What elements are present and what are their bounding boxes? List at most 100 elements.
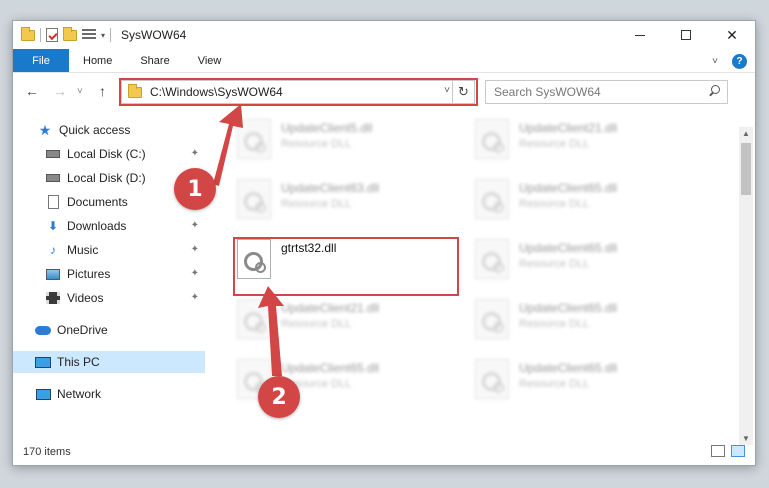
file-description: Resource DLL (281, 198, 352, 210)
sidebar-item-label: Videos (67, 291, 104, 305)
dll-file-icon (475, 239, 509, 279)
minimize-button[interactable] (617, 21, 663, 49)
search-input[interactable]: Search SysWOW64 (485, 80, 728, 104)
callout-number-1: 1 (174, 168, 216, 210)
minimize-icon (635, 34, 645, 36)
file-description: Resource DLL (519, 138, 590, 150)
star-icon: ★ (38, 121, 52, 138)
pin-icon[interactable]: ✦ (191, 268, 199, 279)
file-item[interactable]: UpdateClient65.dll Resource DLL (471, 293, 691, 349)
tab-share[interactable]: Share (126, 49, 183, 72)
title-bar: ▾ SysWOW64 ✕ (13, 21, 755, 49)
file-name: UpdateClient65.dll (519, 301, 618, 315)
sidebar-item-pictures[interactable]: Pictures ✦ (45, 263, 207, 285)
file-item[interactable]: UpdateClient65.dll Resource DLL (471, 233, 691, 289)
sidebar-item-label: Music (67, 243, 99, 257)
file-name: UpdateClient63.dll (281, 181, 380, 195)
sidebar-item-quick-access[interactable]: ★ Quick access (37, 119, 207, 141)
file-item[interactable]: UpdateClient21.dll Resource DLL (471, 113, 691, 169)
scroll-up-icon[interactable]: ▲ (742, 129, 750, 138)
status-bar: 170 items (13, 439, 755, 465)
new-folder-icon[interactable] (63, 26, 77, 41)
help-icon[interactable]: ? (732, 53, 747, 69)
file-description: Resource DLL (519, 318, 590, 330)
callout-arrow-2 (258, 286, 284, 376)
dll-file-icon (475, 359, 509, 399)
sidebar-item-label: This PC (57, 355, 100, 369)
cloud-icon (35, 323, 51, 337)
search-placeholder: Search SysWOW64 (494, 85, 601, 99)
back-button[interactable]: ← (25, 83, 39, 99)
file-description: Resource DLL (281, 138, 352, 150)
window-controls: ✕ (617, 21, 755, 49)
sidebar-item-downloads[interactable]: ⬇ Downloads ✦ (45, 215, 207, 237)
address-highlight-box (119, 78, 478, 106)
details-view-icon[interactable] (711, 445, 725, 457)
properties-icon[interactable] (46, 28, 58, 42)
expand-ribbon-icon[interactable]: ˅ (712, 56, 718, 67)
recent-locations-button[interactable]: ˅ (77, 86, 83, 97)
dll-file-icon (475, 119, 509, 159)
videos-icon (45, 291, 61, 305)
tab-home[interactable]: Home (69, 49, 126, 72)
folder-icon (21, 26, 35, 41)
large-icons-view-icon[interactable] (731, 445, 745, 457)
file-item[interactable]: UpdateClient63.dll Resource DLL (233, 173, 453, 229)
customize-toolbar-icon[interactable]: ▾ (101, 31, 105, 40)
sidebar-item-label: Network (57, 387, 102, 401)
pictures-icon (45, 267, 61, 281)
sidebar-item-music[interactable]: ♪ Music ✦ (45, 239, 207, 261)
documents-icon (45, 195, 61, 209)
quick-access-toolbar: ▾ (13, 26, 112, 42)
tab-file[interactable]: File (13, 49, 69, 72)
maximize-icon (681, 30, 691, 40)
callout-number-2: 2 (258, 376, 300, 418)
view-toggles (711, 445, 745, 457)
file-name: UpdateClient65.dll (519, 361, 618, 375)
file-description: Resource DLL (519, 378, 590, 390)
sidebar-item-videos[interactable]: Videos ✦ (45, 287, 207, 309)
address-row: ← → ˅ ↑ C:\Windows\SysWOW64 ˅ ↻ Search S… (13, 73, 755, 111)
sidebar-item-this-pc[interactable]: This PC (13, 351, 205, 373)
scroll-thumb[interactable] (741, 143, 751, 195)
sidebar-item-local-disk-c[interactable]: Local Disk (C:) ✦ (45, 143, 207, 165)
close-button[interactable]: ✕ (709, 21, 755, 49)
network-icon (35, 387, 51, 401)
navigation-pane: ★ Quick access Local Disk (C:) ✦ Local D… (13, 113, 209, 439)
pin-icon[interactable]: ✦ (191, 292, 199, 303)
sidebar-item-onedrive[interactable]: OneDrive (35, 319, 207, 341)
sidebar-item-label: Local Disk (C:) (67, 147, 146, 161)
sidebar-item-network[interactable]: Network (35, 383, 207, 405)
view-icon[interactable] (82, 29, 96, 41)
sidebar-item-label: Documents (67, 195, 128, 209)
file-name: UpdateClient65.dll (519, 181, 618, 195)
up-button[interactable]: ↑ (99, 83, 106, 99)
search-icon[interactable] (708, 85, 721, 98)
drive-icon (45, 147, 61, 161)
drive-icon (45, 171, 61, 185)
pin-icon[interactable]: ✦ (191, 244, 199, 255)
ribbon-tabs: File Home Share View ˅ ? (13, 49, 755, 73)
file-name: UpdateClient5.dll (281, 121, 373, 135)
vertical-scrollbar[interactable]: ▲ ▼ (739, 127, 753, 445)
tab-view[interactable]: View (184, 49, 236, 72)
file-item[interactable]: UpdateClient65.dll Resource DLL (471, 353, 691, 409)
computer-icon (35, 355, 51, 369)
file-name: UpdateClient21.dll (519, 121, 618, 135)
sidebar-item-label: Pictures (67, 267, 111, 281)
music-icon: ♪ (50, 243, 56, 257)
ribbon-right-controls: ˅ ? (712, 49, 747, 73)
file-item[interactable]: UpdateClient65.dll Resource DLL (471, 173, 691, 229)
toolbar-divider (40, 28, 41, 42)
explorer-window: ▾ SysWOW64 ✕ File Home Share View ˅ ? ← … (12, 20, 756, 466)
file-name: UpdateClient65.dll (519, 241, 618, 255)
forward-button[interactable]: → (53, 83, 67, 99)
maximize-button[interactable] (663, 21, 709, 49)
file-description: Resource DLL (519, 258, 590, 270)
pin-icon[interactable]: ✦ (191, 220, 199, 231)
sidebar-item-label: Quick access (59, 123, 131, 137)
sidebar-item-label: Local Disk (D:) (67, 171, 146, 185)
file-item[interactable]: UpdateClient5.dll Resource DLL (233, 113, 453, 169)
file-description: Resource DLL (519, 198, 590, 210)
download-icon: ⬇ (47, 219, 59, 233)
